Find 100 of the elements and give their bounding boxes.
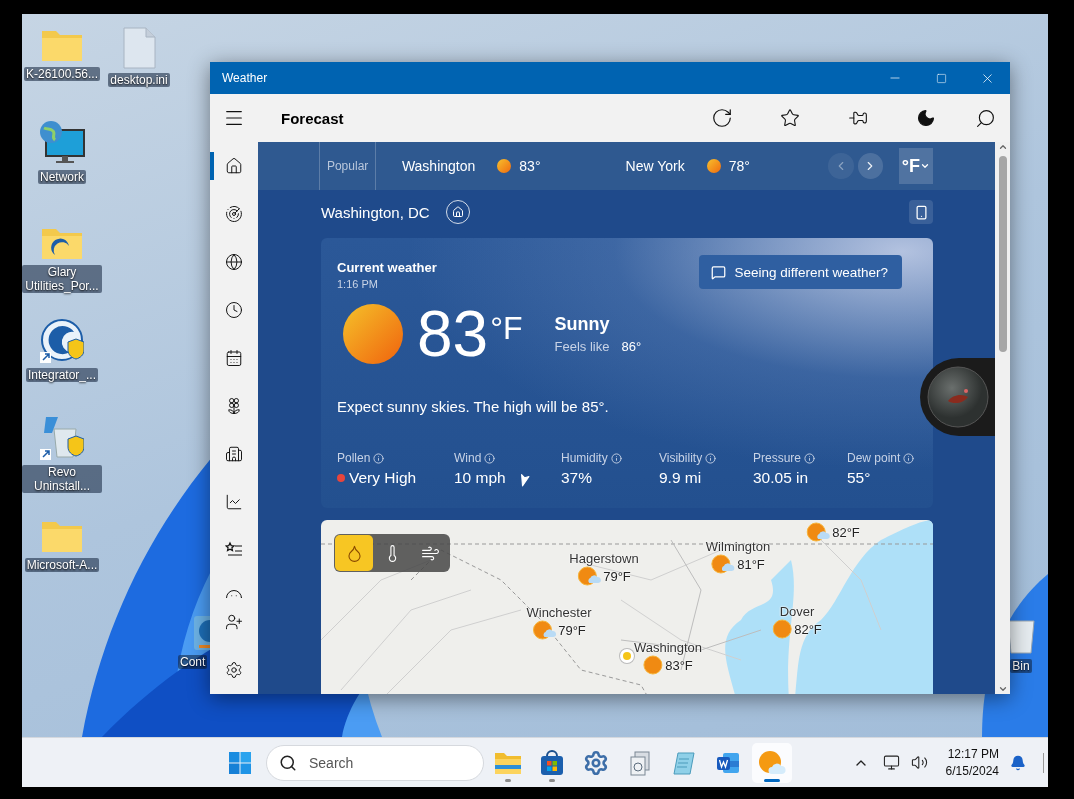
current-temperature: 83: [417, 302, 489, 366]
desktop-icon-label[interactable]: Cont: [178, 655, 208, 669]
desktop-icon-label[interactable]: Bin: [1010, 659, 1032, 673]
sun-cloud-icon: [711, 554, 736, 574]
city-temperature: 83°: [519, 158, 541, 174]
desktop-icon-label[interactable]: Integrator_...: [25, 368, 98, 382]
desktop-icon-label[interactable]: Revo Uninstall...: [22, 465, 102, 493]
clock-button[interactable]: 12:17 PM 6/15/2024: [935, 747, 999, 778]
popular-label: Popular: [326, 159, 369, 173]
city-name[interactable]: Washington: [401, 158, 476, 174]
location-dot: [620, 649, 634, 663]
detail-value: 10 mph: [454, 469, 506, 487]
speaker-icon: [910, 754, 928, 771]
detail-value: 9.9 mi: [659, 469, 702, 487]
home-icon: [225, 157, 243, 175]
folder-icon: [494, 750, 522, 775]
desktop-icon-label[interactable]: Network: [38, 170, 86, 184]
star-icon: [780, 108, 800, 128]
scroll-up-icon[interactable]: [997, 142, 1008, 152]
detail-label: Visibility: [659, 451, 703, 465]
detail-label: Pollen: [337, 451, 371, 465]
desktop-icon-label[interactable]: desktop.ini: [108, 73, 170, 87]
scrollbar-thumb[interactable]: [998, 156, 1007, 352]
page-title: Forecast: [281, 109, 344, 127]
search-field[interactable]: Search: [266, 744, 484, 781]
feedback-button[interactable]: Seeing different weather?: [699, 255, 902, 289]
feels-like-label: Feels like: [554, 339, 610, 354]
sun-icon: [706, 159, 721, 173]
phone-button[interactable]: [909, 200, 933, 224]
add-person-icon: [225, 613, 243, 631]
feels-like-value: 86°: [621, 339, 642, 354]
sun-icon: [643, 655, 664, 675]
line-chart-icon: [225, 493, 243, 511]
map-city-temperature: 81°F: [737, 556, 765, 572]
observation-time: 1:16 PM: [337, 278, 379, 290]
sun-cloud-icon: [758, 749, 786, 776]
windows-logo-icon: [229, 751, 251, 774]
store-bag-icon: [539, 749, 565, 776]
caret-icon: [920, 161, 931, 171]
pollen-dot: [337, 474, 345, 482]
desktop-icon-label[interactable]: Microsoft-A...: [24, 558, 100, 572]
phone-icon: [913, 204, 929, 220]
document-stack-icon: [627, 749, 653, 776]
detail-label: Dew point: [847, 451, 901, 465]
taskbar-app-button[interactable]: [752, 742, 792, 783]
map-city-name: Dover: [779, 604, 815, 619]
map-city-name: Hagerstown: [569, 551, 639, 566]
map-city-temperature: 82°F: [794, 621, 822, 637]
temperature-unit: °F: [490, 310, 523, 347]
sun-icon: [772, 619, 793, 639]
building-icon: [225, 445, 243, 463]
detail-value: 37%: [561, 469, 593, 487]
control-panel-icon: [193, 615, 210, 651]
moon-icon: [916, 108, 936, 128]
unit-dropdown[interactable]: °F: [898, 148, 933, 184]
monitor-icon: [882, 754, 900, 771]
detail-label: Humidity: [561, 451, 608, 465]
scroll-down-icon[interactable]: [997, 684, 1008, 694]
star-list-icon: [225, 541, 243, 559]
weather-map[interactable]: 82°F Hagerstown 79°F Wilmington 81°F Winchester 79°F Dover 82°F Washington 83°F: [321, 520, 933, 694]
detail-value: 30.05 in: [753, 469, 809, 487]
info-icon[interactable]: [705, 452, 717, 464]
info-icon[interactable]: [804, 452, 816, 464]
map-city-name: Winchester: [526, 605, 592, 620]
desktop-icon-label[interactable]: Glary Utilities_Por...: [22, 265, 102, 293]
calendar-icon: [225, 349, 243, 367]
map-city-temperature: 79°F: [558, 622, 586, 638]
clock-date: 6/15/2024: [945, 764, 999, 778]
radar-icon: [225, 205, 243, 223]
clock-icon: [225, 301, 243, 319]
city-name[interactable]: New York: [625, 158, 685, 174]
search-input[interactable]: Search: [307, 753, 461, 772]
detail-value: 55°: [847, 469, 871, 487]
file-icon: [122, 27, 156, 69]
floating-orb-button[interactable]: [920, 358, 995, 436]
gear-icon: [583, 749, 609, 776]
clock-time: 12:17 PM: [947, 747, 999, 761]
detail-label: Pressure: [753, 451, 802, 465]
detail-label: Wind: [454, 451, 482, 465]
globe-icon: [225, 253, 243, 271]
uninstaller-shortcut-icon: [40, 415, 84, 461]
next-button[interactable]: [857, 153, 883, 179]
forecast-summary: Expect sunny skies. The high will be 85°.: [337, 398, 610, 415]
notepad-icon: [671, 749, 697, 776]
info-icon[interactable]: [903, 452, 915, 464]
sun-cloud-icon: [577, 566, 602, 586]
sun-cloud-icon: [532, 620, 557, 640]
map-city-temperature: 82°F: [832, 524, 860, 540]
app-shortcut-icon: [40, 318, 84, 364]
info-icon[interactable]: [373, 452, 385, 464]
info-icon[interactable]: [610, 452, 622, 464]
sun-icon: [497, 159, 512, 173]
info-icon[interactable]: [484, 452, 496, 464]
condition: Sunny: [554, 314, 611, 335]
map-layer-button[interactable]: [335, 535, 373, 571]
window-title: Weather: [221, 71, 268, 85]
network-computer-icon: [38, 120, 86, 166]
desktop-icon-label[interactable]: K-26100.56...: [23, 67, 101, 81]
settings-icon: [225, 661, 243, 679]
orb-drawing: [926, 365, 990, 429]
